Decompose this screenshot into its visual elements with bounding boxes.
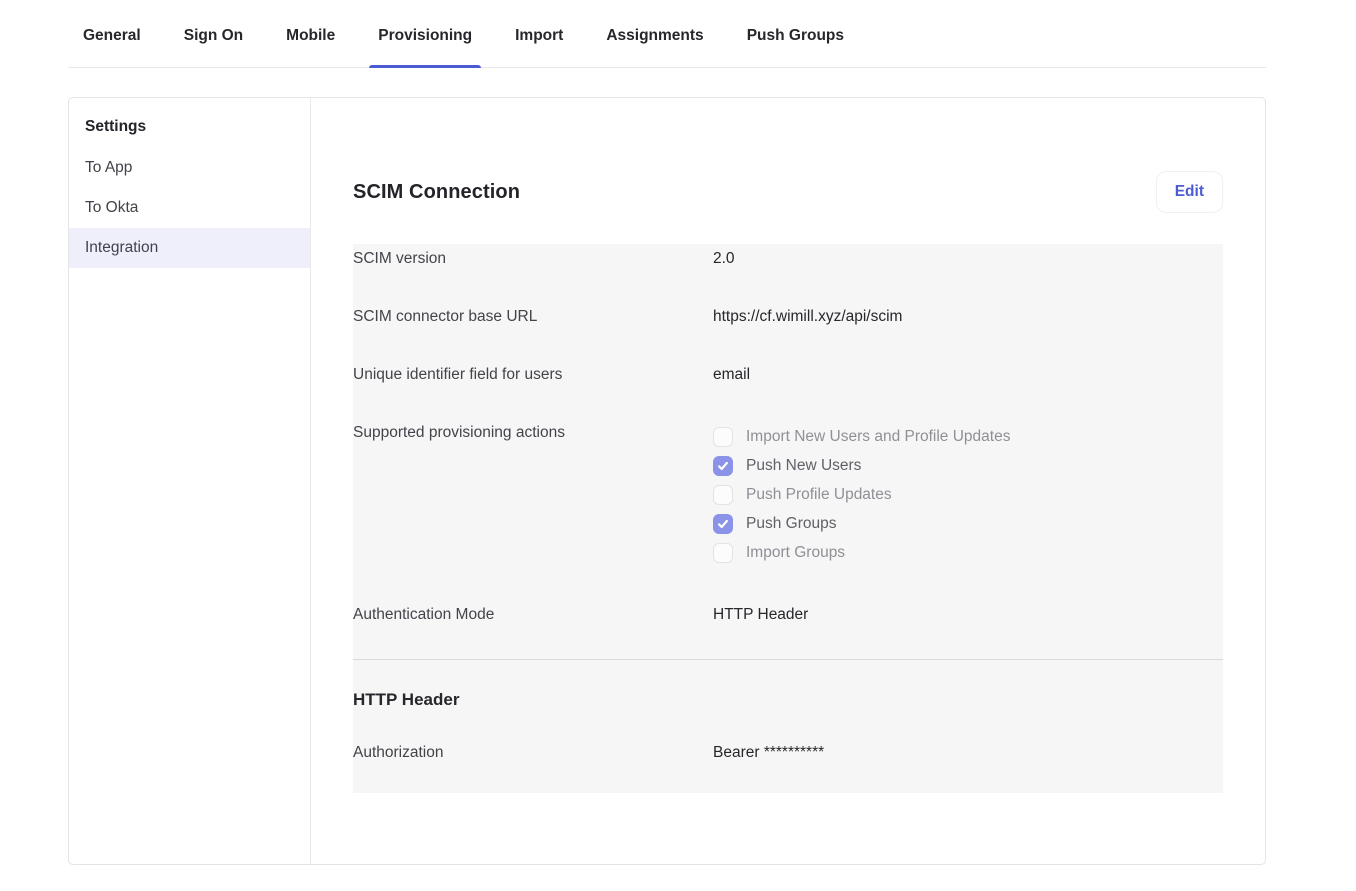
settings-sidebar: Settings To App To Okta Integration xyxy=(69,98,311,864)
sidebar-item-to-okta[interactable]: To Okta xyxy=(69,188,310,228)
option-import-new-users: Import New Users and Profile Updates xyxy=(713,422,1010,451)
option-import-groups: Import Groups xyxy=(713,538,1010,567)
checkbox-push-new-users[interactable] xyxy=(713,456,733,476)
tab-sign-on[interactable]: Sign On xyxy=(184,27,243,67)
option-push-groups: Push Groups xyxy=(713,509,1010,538)
option-label: Import New Users and Profile Updates xyxy=(746,428,1010,446)
field-label: Unique identifier field for users xyxy=(353,364,713,385)
check-icon xyxy=(717,460,729,472)
field-label: Authentication Mode xyxy=(353,604,713,625)
provisioning-options-list: Import New Users and Profile Updates Pus… xyxy=(713,422,1010,567)
option-label: Push Groups xyxy=(746,515,836,533)
tab-general[interactable]: General xyxy=(83,27,141,67)
tab-assignments[interactable]: Assignments xyxy=(606,27,703,67)
field-value: 2.0 xyxy=(713,248,735,269)
option-push-new-users: Push New Users xyxy=(713,451,1010,480)
integration-panel: SCIM Connection Edit SCIM version 2.0 SC… xyxy=(311,98,1265,864)
field-row-authorization: Authorization Bearer ********** xyxy=(353,742,1223,763)
tab-provisioning[interactable]: Provisioning xyxy=(378,27,472,67)
field-label: Supported provisioning actions xyxy=(353,422,713,443)
field-row-authentication-mode: Authentication Mode HTTP Header xyxy=(353,604,1223,625)
field-value: HTTP Header xyxy=(713,604,808,625)
checkbox-import-new-users[interactable] xyxy=(713,427,733,447)
tab-import[interactable]: Import xyxy=(515,27,563,67)
page-title: SCIM Connection xyxy=(353,181,520,204)
field-value: https://cf.wimill.xyz/api/scim xyxy=(713,306,902,327)
checkbox-import-groups[interactable] xyxy=(713,543,733,563)
edit-button[interactable]: Edit xyxy=(1156,171,1223,213)
option-label: Push New Users xyxy=(746,457,861,475)
field-row-unique-identifier: Unique identifier field for users email xyxy=(353,364,1223,385)
checkbox-push-groups[interactable] xyxy=(713,514,733,534)
http-header-section-title: HTTP Header xyxy=(353,690,1223,710)
field-label: Authorization xyxy=(353,742,713,763)
field-row-base-url: SCIM connector base URL https://cf.wimil… xyxy=(353,306,1223,327)
app-tab-bar: General Sign On Mobile Provisioning Impo… xyxy=(68,0,1266,68)
option-label: Import Groups xyxy=(746,544,845,562)
field-label: SCIM connector base URL xyxy=(353,306,713,327)
field-row-provisioning-actions: Supported provisioning actions Import Ne… xyxy=(353,422,1223,567)
tab-push-groups[interactable]: Push Groups xyxy=(747,27,844,67)
provisioning-card: Settings To App To Okta Integration SCIM… xyxy=(68,97,1266,865)
section-divider xyxy=(353,659,1223,660)
section-header: SCIM Connection Edit xyxy=(353,166,1223,218)
check-icon xyxy=(717,518,729,530)
sidebar-item-integration[interactable]: Integration xyxy=(69,228,310,268)
field-value: email xyxy=(713,364,750,385)
sidebar-header-settings: Settings xyxy=(69,104,310,148)
sidebar-item-to-app[interactable]: To App xyxy=(69,148,310,188)
field-label: SCIM version xyxy=(353,248,713,269)
option-label: Push Profile Updates xyxy=(746,486,892,504)
checkbox-push-profile-updates[interactable] xyxy=(713,485,733,505)
field-row-scim-version: SCIM version 2.0 xyxy=(353,248,1223,269)
tab-mobile[interactable]: Mobile xyxy=(286,27,335,67)
field-value: Bearer ********** xyxy=(713,742,824,763)
option-push-profile-updates: Push Profile Updates xyxy=(713,480,1010,509)
scim-connection-form: SCIM version 2.0 SCIM connector base URL… xyxy=(353,244,1223,793)
